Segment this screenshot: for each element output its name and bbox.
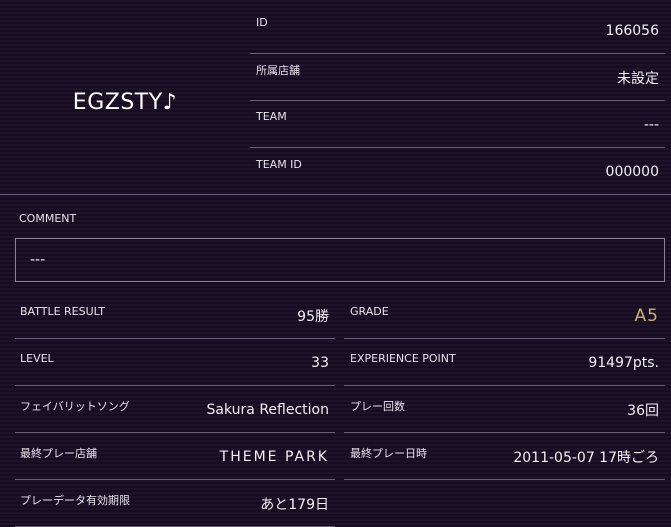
last-shop-label: 最終プレー店舗 — [20, 446, 97, 460]
favorite-song-value: Sakura Reflection — [206, 401, 329, 418]
comment-value: --- — [30, 252, 46, 268]
profile-team-id-row: TEAM ID 000000 — [250, 149, 665, 195]
profile-team-row: TEAM --- — [250, 102, 665, 148]
play-count-value: 36回 — [627, 402, 659, 419]
player-name: EGZSTY♪ — [72, 89, 178, 115]
shop-label: 所属店舗 — [256, 63, 300, 77]
comment-label: COMMENT — [19, 212, 77, 225]
play-count-label: プレー回数 — [350, 399, 405, 413]
favorite-song-label: フェイバリットソング — [20, 399, 130, 413]
team-id-value: 000000 — [605, 164, 659, 180]
battle-result-label: BATTLE RESULT — [20, 305, 105, 318]
profile-id-row: ID 166056 — [250, 8, 665, 54]
last-shop-row: 最終プレー店舗 THEME PARK — [15, 434, 335, 480]
last-play-value: 2011-05-07 17時ごろ — [513, 449, 659, 466]
favorite-song-row: フェイバリットソング Sakura Reflection — [15, 387, 335, 433]
experience-row: EXPERIENCE POINT 91497pts. — [344, 340, 665, 386]
grade-row: GRADE A5 — [344, 293, 665, 339]
grade-value: A5 — [634, 305, 659, 326]
shop-value: 未設定 — [617, 70, 659, 87]
section-divider — [0, 194, 671, 195]
expiry-label: プレーデータ有効期限 — [20, 493, 130, 507]
id-value: 166056 — [605, 22, 659, 39]
experience-label: EXPERIENCE POINT — [350, 352, 456, 365]
battle-result-value: 95勝 — [297, 308, 329, 325]
level-label: LEVEL — [20, 352, 54, 365]
expiry-row: プレーデータ有効期限 あと179日 — [15, 481, 335, 527]
expiry-value: あと179日 — [260, 496, 329, 513]
team-id-label: TEAM ID — [256, 157, 302, 171]
comment-box: --- — [15, 238, 665, 282]
team-value: --- — [643, 116, 659, 133]
grade-label: GRADE — [350, 305, 389, 318]
battle-result-row: BATTLE RESULT 95勝 — [15, 293, 335, 339]
level-row: LEVEL 33 — [15, 340, 335, 386]
last-shop-value: THEME PARK — [219, 448, 329, 465]
id-label: ID — [256, 16, 268, 29]
last-play-label: 最終プレー日時 — [350, 446, 427, 460]
team-label: TEAM — [256, 110, 287, 123]
experience-value: 91497pts. — [588, 354, 659, 371]
profile-shop-row: 所属店舗 未設定 — [250, 55, 665, 101]
last-play-row: 最終プレー日時 2011-05-07 17時ごろ — [344, 434, 665, 480]
play-count-row: プレー回数 36回 — [344, 387, 665, 433]
level-value: 33 — [311, 354, 329, 371]
